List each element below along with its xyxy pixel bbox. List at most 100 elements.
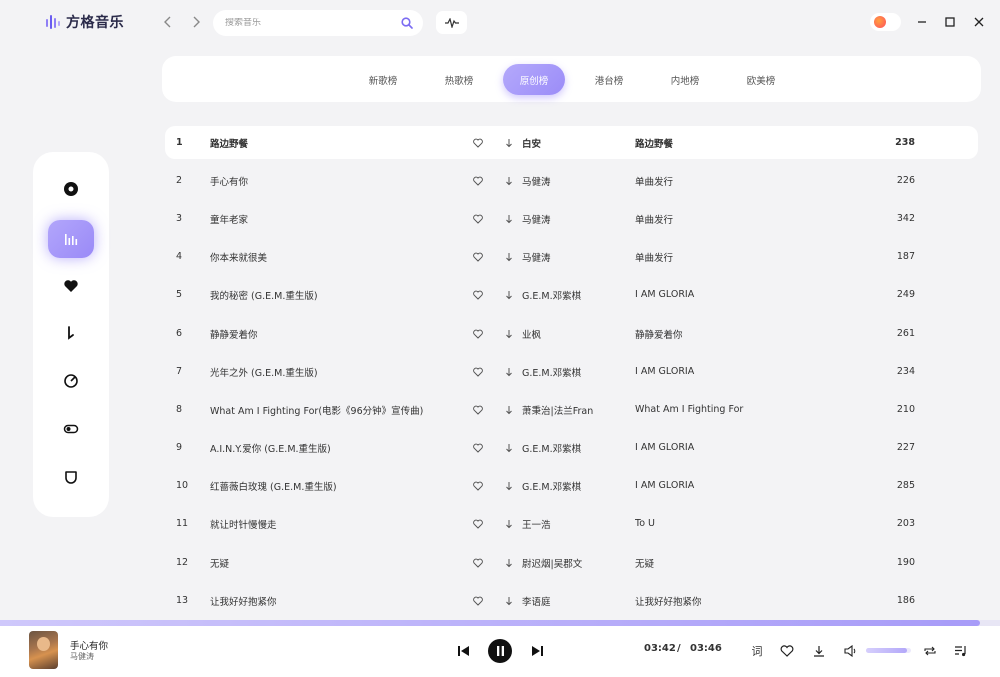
heart-outline-icon[interactable] <box>471 584 485 617</box>
song-artist[interactable]: 业枫 <box>522 317 622 350</box>
song-artist[interactable]: 李语庭 <box>522 584 622 617</box>
song-row[interactable]: 6 静静爱着你 业枫 静静爱着你 261 <box>165 317 978 350</box>
song-row[interactable]: 10 红蔷薇白玫瑰 (G.E.M.重生版) G.E.M.邓紫棋 I AM GLORIA… <box>165 469 978 502</box>
heart-outline-icon[interactable] <box>471 507 485 540</box>
song-album[interactable]: To U <box>635 507 825 540</box>
sidebar-item-settings[interactable] <box>48 410 94 448</box>
download-arrow-icon[interactable] <box>503 164 515 197</box>
sidebar-item-discover[interactable] <box>48 170 94 208</box>
heart-outline-icon[interactable] <box>471 469 485 502</box>
song-album[interactable]: I AM GLORIA <box>635 469 825 502</box>
song-row[interactable]: 2 手心有你 马健涛 单曲发行 226 <box>165 164 978 197</box>
theme-toggle[interactable] <box>870 13 901 31</box>
heart-outline-icon[interactable] <box>471 164 485 197</box>
tab-new-songs[interactable]: 新歌榜 <box>352 64 414 95</box>
forward-button[interactable] <box>188 14 204 30</box>
heart-outline-icon[interactable] <box>471 393 485 426</box>
song-row[interactable]: 4 你本来就很美 马健涛 单曲发行 187 <box>165 240 978 273</box>
song-artist[interactable]: 白安 <box>522 126 622 159</box>
heart-outline-icon[interactable] <box>471 355 485 388</box>
song-artist[interactable]: G.E.M.邓紫棋 <box>522 355 622 388</box>
close-button[interactable] <box>972 14 986 30</box>
tab-hk-tw[interactable]: 港台榜 <box>578 64 640 95</box>
repeat-button[interactable] <box>922 643 938 659</box>
heart-outline-icon[interactable] <box>471 317 485 350</box>
album-cover[interactable] <box>29 631 58 669</box>
song-artist[interactable]: 马健涛 <box>522 240 622 273</box>
previous-button[interactable] <box>455 643 471 659</box>
song-title: 路边野餐 <box>210 138 249 150</box>
song-album[interactable]: 无疑 <box>635 546 825 579</box>
song-artist[interactable]: 马健涛 <box>522 164 622 197</box>
maximize-button[interactable] <box>943 14 957 30</box>
heart-outline-icon[interactable] <box>471 202 485 235</box>
sidebar-item-charts[interactable] <box>48 220 94 258</box>
song-artist[interactable]: G.E.M.邓紫棋 <box>522 469 622 502</box>
tab-western[interactable]: 欧美榜 <box>730 64 792 95</box>
playlist-button[interactable] <box>953 643 969 659</box>
sidebar-item-radar[interactable] <box>48 362 94 400</box>
audio-wave-button[interactable] <box>436 11 467 34</box>
song-album[interactable]: 让我好好抱紧你 <box>635 584 825 617</box>
song-artist[interactable]: 萧秉治|法兰Fran <box>522 393 622 426</box>
song-row[interactable]: 7 光年之外 (G.E.M.重生版) G.E.M.邓紫棋 I AM GLORIA 234 <box>165 355 978 388</box>
volume-button[interactable] <box>842 643 858 659</box>
song-album[interactable]: 静静爱着你 <box>635 317 825 350</box>
next-button[interactable] <box>529 643 545 659</box>
download-button[interactable] <box>811 643 827 659</box>
download-arrow-icon[interactable] <box>503 469 515 502</box>
song-artist[interactable]: 王一浩 <box>522 507 622 540</box>
minimize-button[interactable] <box>915 14 929 30</box>
song-artist[interactable]: 马健涛 <box>522 202 622 235</box>
sidebar-item-favorites[interactable] <box>48 267 94 305</box>
download-arrow-icon[interactable] <box>503 431 515 464</box>
download-arrow-icon[interactable] <box>503 507 515 540</box>
pause-button[interactable] <box>488 639 512 663</box>
search-input[interactable] <box>213 18 396 28</box>
download-arrow-icon[interactable] <box>503 393 515 426</box>
song-album[interactable]: 路边野餐 <box>635 126 825 159</box>
song-row[interactable]: 1 路边野餐 白安 路边野餐 238 <box>165 126 978 159</box>
search-icon[interactable] <box>396 12 418 34</box>
lyrics-button[interactable]: 词 <box>749 642 765 660</box>
song-row[interactable]: 5 我的秘密 (G.E.M.重生版) G.E.M.邓紫棋 I AM GLORIA 249 <box>165 278 978 311</box>
song-album[interactable]: 单曲发行 <box>635 240 825 273</box>
download-arrow-icon[interactable] <box>503 546 515 579</box>
tab-hot-songs[interactable]: 热歌榜 <box>428 64 490 95</box>
song-row[interactable]: 12 无疑 尉迟烟|吴郡文 无疑 190 <box>165 546 978 579</box>
download-arrow-icon[interactable] <box>503 202 515 235</box>
download-arrow-icon[interactable] <box>503 317 515 350</box>
sidebar-item-downloads[interactable] <box>48 314 94 352</box>
song-row[interactable]: 3 童年老家 马健涛 单曲发行 342 <box>165 202 978 235</box>
like-button[interactable] <box>779 643 795 659</box>
download-arrow-icon[interactable] <box>503 584 515 617</box>
volume-slider[interactable] <box>866 648 911 653</box>
heart-outline-icon[interactable] <box>471 240 485 273</box>
download-arrow-icon[interactable] <box>503 126 515 159</box>
song-album[interactable]: 单曲发行 <box>635 202 825 235</box>
song-row[interactable]: 13 让我好好抱紧你 李语庭 让我好好抱紧你 186 <box>165 584 978 617</box>
sidebar-item-about[interactable] <box>48 458 94 496</box>
back-button[interactable] <box>160 14 176 30</box>
song-album[interactable]: 单曲发行 <box>635 164 825 197</box>
heart-outline-icon[interactable] <box>471 278 485 311</box>
heart-outline-icon[interactable] <box>471 126 485 159</box>
song-row[interactable]: 11 就让时针慢慢走 王一浩 To U 203 <box>165 507 978 540</box>
song-album[interactable]: I AM GLORIA <box>635 278 825 311</box>
song-album[interactable]: I AM GLORIA <box>635 355 825 388</box>
song-album[interactable]: What Am I Fighting For <box>635 393 825 426</box>
song-row[interactable]: 9 A.I.N.Y.爱你 (G.E.M.重生版) G.E.M.邓紫棋 I AM GLO… <box>165 431 978 464</box>
song-row[interactable]: 8 What Am I Fighting For(电影《96分钟》宣传曲) 萧秉治|… <box>165 393 978 426</box>
song-album[interactable]: I AM GLORIA <box>635 431 825 464</box>
download-arrow-icon[interactable] <box>503 355 515 388</box>
heart-outline-icon[interactable] <box>471 431 485 464</box>
heart-outline-icon[interactable] <box>471 546 485 579</box>
download-arrow-icon[interactable] <box>503 240 515 273</box>
tab-mainland[interactable]: 内地榜 <box>654 64 716 95</box>
download-arrow-icon[interactable] <box>503 278 515 311</box>
song-artist[interactable]: G.E.M.邓紫棋 <box>522 278 622 311</box>
song-artist[interactable]: G.E.M.邓紫棋 <box>522 431 622 464</box>
title-bar: 方格音乐 <box>0 0 1000 45</box>
tab-original[interactable]: 原创榜 <box>503 64 565 95</box>
song-artist[interactable]: 尉迟烟|吴郡文 <box>522 546 622 579</box>
